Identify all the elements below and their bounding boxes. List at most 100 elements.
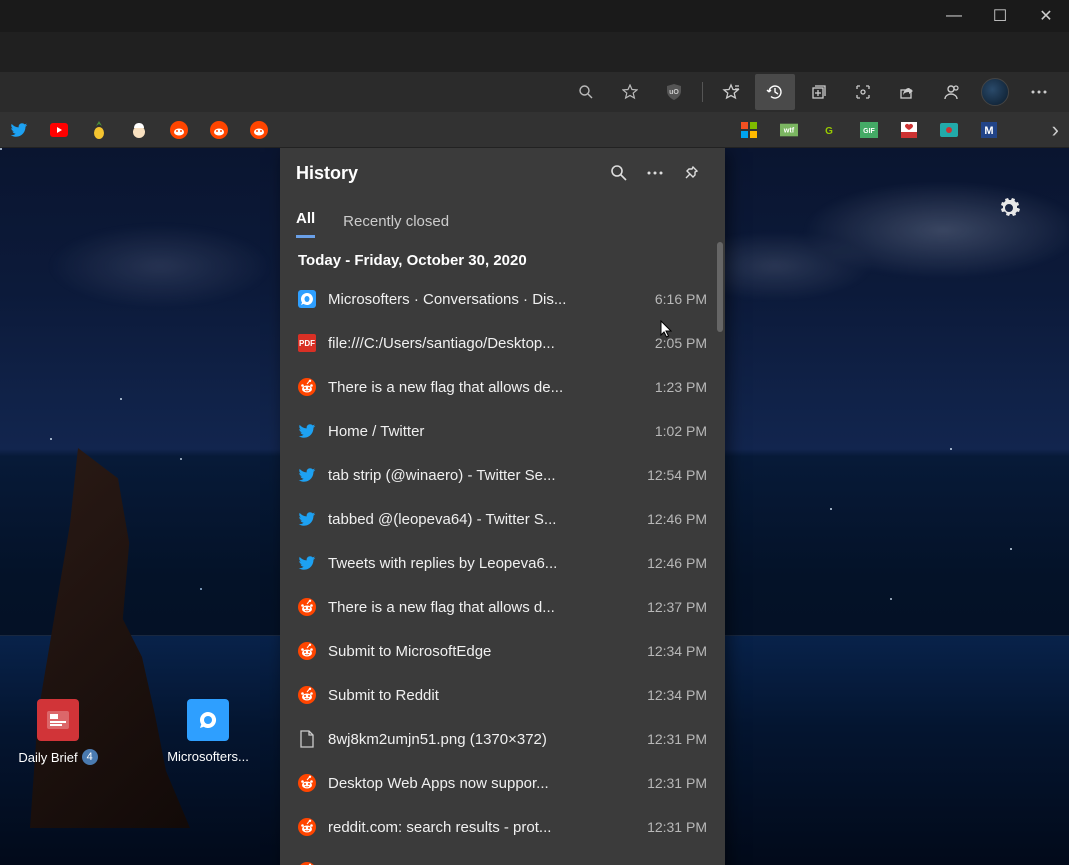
- history-item-title: There is a new flag that allows de...: [328, 379, 643, 396]
- history-item-time: 2:05 PM: [655, 335, 707, 351]
- toolbar-divider: [702, 82, 703, 102]
- share-icon[interactable]: [887, 74, 927, 110]
- twitter-icon: [298, 422, 316, 440]
- bookmark-pineapple-icon[interactable]: [90, 121, 108, 139]
- bookmark-microsoft-icon[interactable]: [740, 121, 758, 139]
- bookmark-twitter-icon[interactable]: [10, 121, 28, 139]
- history-item[interactable]: reddit.com: search results - prot...12:3…: [280, 805, 725, 849]
- avatar-icon[interactable]: [975, 74, 1015, 110]
- bookmark-wtf-icon[interactable]: wtf: [780, 121, 798, 139]
- collections-icon[interactable]: [799, 74, 839, 110]
- window-minimize-button[interactable]: —: [931, 0, 977, 32]
- history-item-time: 12:34 PM: [647, 643, 707, 659]
- history-item[interactable]: Microsofters · Conversations · Dis... 6:1…: [280, 277, 725, 321]
- browser-toolbar: uO: [0, 72, 1069, 112]
- history-item-time: 12:31 PM: [647, 819, 707, 835]
- bookmark-g-icon[interactable]: G: [820, 121, 838, 139]
- badge-count: 4: [82, 749, 98, 765]
- desktop-icon-label: Daily Brief 4: [18, 749, 97, 765]
- bookmark-reddit-icon[interactable]: [170, 121, 188, 139]
- scrollbar-thumb[interactable]: [717, 242, 723, 332]
- reddit-icon: [298, 686, 316, 704]
- history-item-title: Desktop Web Apps now suppor...: [328, 775, 635, 792]
- svg-text:G: G: [825, 126, 833, 137]
- reddit-icon: [298, 818, 316, 836]
- bookmark-reddit-icon[interactable]: [210, 121, 228, 139]
- tab-strip: [0, 32, 1069, 72]
- zoom-icon[interactable]: [566, 74, 606, 110]
- history-item[interactable]: 8wj8km2umjn51.png (1370×372)12:31 PM: [280, 717, 725, 761]
- twitter-icon: [298, 510, 316, 528]
- history-icon[interactable]: [755, 74, 795, 110]
- pin-icon[interactable]: [673, 155, 709, 191]
- history-item-title: Submit to MicrosoftEdge: [328, 643, 635, 660]
- history-item-title: 8wj8km2umjn51.png (1370×372): [328, 731, 635, 748]
- reddit-icon: [298, 598, 316, 616]
- more-options-icon[interactable]: [637, 155, 673, 191]
- window-maximize-button[interactable]: ☐: [977, 0, 1023, 32]
- history-item-time: 1:02 PM: [655, 423, 707, 439]
- svg-text:wtf: wtf: [783, 125, 795, 134]
- history-item[interactable]: Home / Twitter 1:02 PM: [280, 409, 725, 453]
- bookmark-camera-icon[interactable]: [940, 121, 958, 139]
- history-item-time: 12:46 PM: [647, 511, 707, 527]
- history-item-title: Submit to Reddit: [328, 687, 635, 704]
- history-item-title: Microsofters · Conversations · Dis...: [328, 291, 643, 308]
- history-item-time: 1:23 PM: [655, 379, 707, 395]
- bookmark-youtube-icon[interactable]: [50, 121, 68, 139]
- bookmark-chef-icon[interactable]: [130, 121, 148, 139]
- history-item-time: 12:54 PM: [647, 467, 707, 483]
- bookmark-gif-icon[interactable]: GIF: [860, 121, 878, 139]
- history-item[interactable]: tab strip (@winaero) - Twitter Se... 12:5…: [280, 453, 725, 497]
- bookmark-heart-icon[interactable]: [900, 121, 918, 139]
- history-item-time: 6:16 PM: [655, 291, 707, 307]
- twitter-icon: [298, 554, 316, 572]
- profile-icon[interactable]: [931, 74, 971, 110]
- history-item[interactable]: reddit.com: search results - pwa12:30 PM: [280, 849, 725, 865]
- screenshot-icon[interactable]: [843, 74, 883, 110]
- search-icon[interactable]: [601, 155, 637, 191]
- history-section-header: Today - Friday, October 30, 2020: [280, 238, 725, 277]
- reddit-icon: [298, 378, 316, 396]
- bookmarks-overflow-icon[interactable]: ›: [1052, 117, 1059, 143]
- history-item[interactable]: There is a new flag that allows de... 1:2…: [280, 365, 725, 409]
- history-item[interactable]: PDFfile:///C:/Users/santiago/Desktop...2…: [280, 321, 725, 365]
- reddit-icon: [298, 774, 316, 792]
- history-item[interactable]: Submit to MicrosoftEdge 12:34 PM: [280, 629, 725, 673]
- history-panel: History All Recently closed Today - Frid…: [280, 148, 725, 865]
- svg-text:M: M: [984, 125, 993, 137]
- history-item-time: 12:37 PM: [647, 599, 707, 615]
- disqus-icon: [298, 290, 316, 308]
- history-item-title: tabbed @(leopeva64) - Twitter S...: [328, 511, 635, 528]
- bookmark-reddit-icon[interactable]: [250, 121, 268, 139]
- svg-text:uO: uO: [669, 89, 679, 96]
- bookmark-m-icon[interactable]: M: [980, 121, 998, 139]
- ublock-icon[interactable]: uO: [654, 74, 694, 110]
- history-item[interactable]: Desktop Web Apps now suppor...12:31 PM: [280, 761, 725, 805]
- history-item[interactable]: tabbed @(leopeva64) - Twitter S... 12:46 …: [280, 497, 725, 541]
- favorites-icon[interactable]: [711, 74, 751, 110]
- tab-recently-closed[interactable]: Recently closed: [343, 213, 449, 238]
- more-icon[interactable]: [1019, 74, 1059, 110]
- history-item[interactable]: Submit to Reddit 12:34 PM: [280, 673, 725, 717]
- desktop-background: Daily Brief 4 Microsofters... PWA Histor…: [0, 148, 1069, 865]
- svg-text:GIF: GIF: [863, 128, 875, 135]
- history-item-time: 12:34 PM: [647, 687, 707, 703]
- desktop-icon-daily-brief[interactable]: Daily Brief 4: [8, 699, 108, 765]
- history-item[interactable]: Tweets with replies by Leopeva6... 12:46 …: [280, 541, 725, 585]
- favorite-star-icon[interactable]: [610, 74, 650, 110]
- gear-icon[interactable]: [997, 196, 1021, 220]
- history-item-title: Tweets with replies by Leopeva6...: [328, 555, 635, 572]
- history-item-title: tab strip (@winaero) - Twitter Se...: [328, 467, 635, 484]
- desktop-icon-label: Microsofters...: [167, 749, 249, 764]
- history-tabs: All Recently closed: [280, 198, 725, 238]
- history-item-title: Home / Twitter: [328, 423, 643, 440]
- history-item-time: 12:46 PM: [647, 555, 707, 571]
- history-header: History: [280, 148, 725, 198]
- window-titlebar: — ☐ ✕: [0, 0, 1069, 32]
- history-item[interactable]: There is a new flag that allows d...12:3…: [280, 585, 725, 629]
- tab-all[interactable]: All: [296, 210, 315, 238]
- desktop-icon-microsofters[interactable]: Microsofters...: [158, 699, 258, 765]
- history-body: Today - Friday, October 30, 2020 Microso…: [280, 238, 725, 865]
- window-close-button[interactable]: ✕: [1023, 0, 1069, 32]
